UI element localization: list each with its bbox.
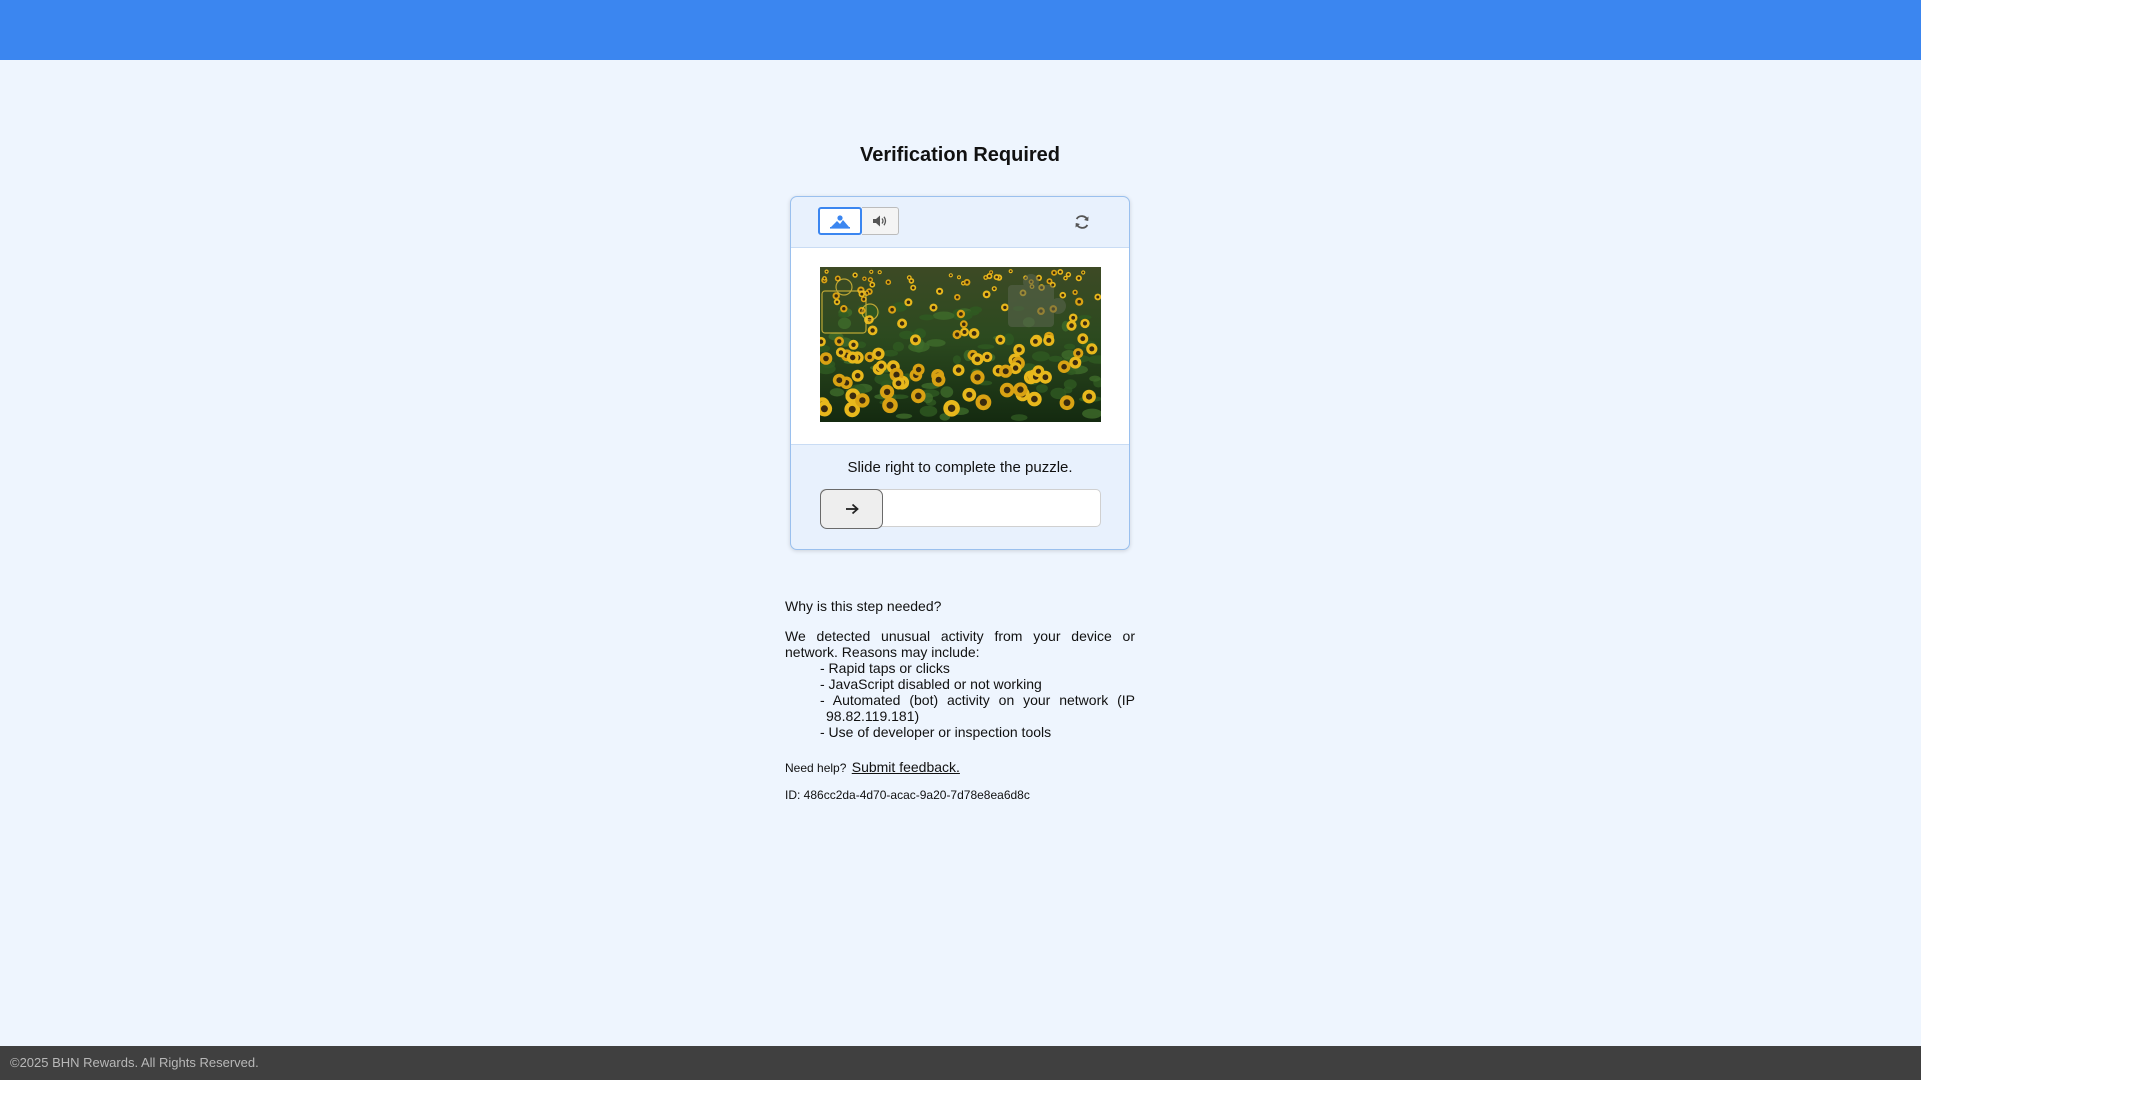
captcha-widget: Slide right to complete the puzzle. (790, 196, 1130, 550)
list-item: - Use of developer or inspection tools (820, 724, 1052, 740)
request-id: ID: 486cc2da-4d70-acac-9a20-7d78e8ea6d8c (785, 788, 1030, 802)
info-intro: We detected unusual activity from your d… (785, 628, 1135, 660)
speaker-icon (873, 215, 887, 227)
refresh-button[interactable] (1071, 211, 1093, 233)
page-title: Verification Required (859, 144, 1061, 166)
image-mode-button[interactable] (818, 207, 862, 235)
list-item: - JavaScript disabled or not working (820, 676, 1042, 692)
list-item: - Automated (bot) activity on your netwo… (820, 692, 1135, 724)
arrow-right-icon (845, 503, 859, 515)
help-line: Need help? Submit feedback. (785, 759, 960, 775)
slider-prompt: Slide right to complete the puzzle. (847, 459, 1073, 476)
top-header-bar (0, 0, 1921, 60)
submit-feedback-link[interactable]: Submit feedback. (852, 759, 960, 775)
reasons-list: - Rapid taps or clicks - JavaScript disa… (820, 660, 1135, 740)
image-mountain-icon (830, 215, 850, 229)
footer-copyright: ©2025 BHN Rewards. All Rights Reserved. (10, 1055, 259, 1070)
info-question: Why is this step needed? (785, 598, 942, 614)
footer-bar: ©2025 BHN Rewards. All Rights Reserved. (0, 1046, 1921, 1080)
help-prefix: Need help? (785, 761, 847, 775)
audio-mode-button[interactable] (862, 207, 899, 235)
sunflower-field-puzzle-image (820, 267, 1101, 422)
refresh-icon (1075, 215, 1089, 229)
list-item: - Rapid taps or clicks (820, 660, 950, 676)
page-background: Verification Required Slide right to com… (0, 0, 1921, 1080)
captcha-image-area (791, 248, 1129, 445)
slider-handle[interactable] (820, 489, 883, 529)
captcha-header (791, 197, 1129, 248)
